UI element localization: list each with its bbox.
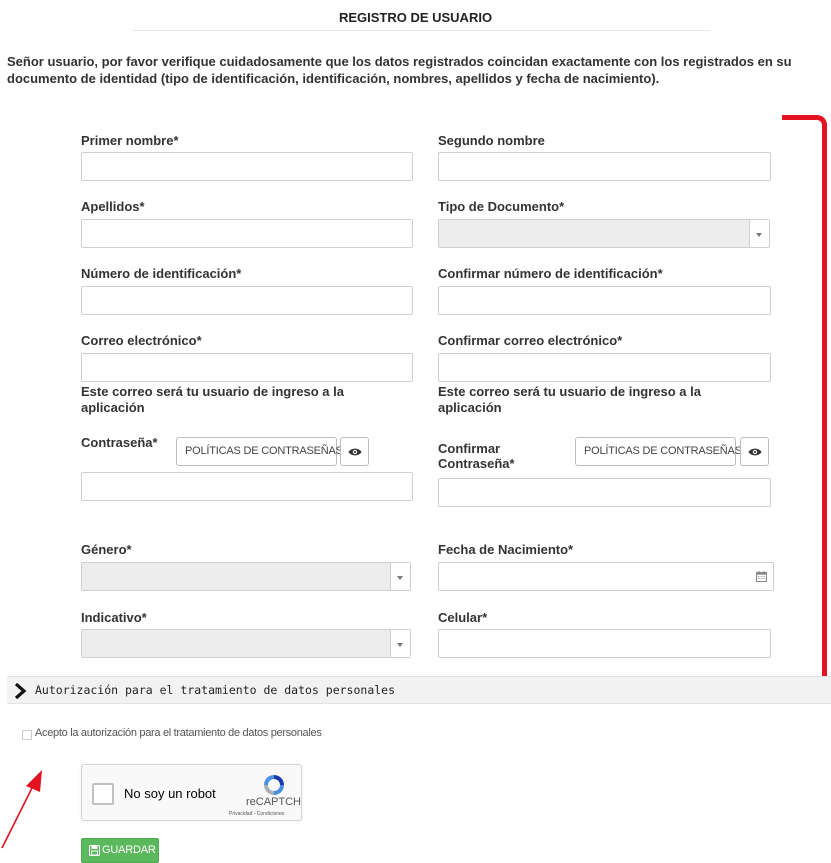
confirmar-correo-input[interactable] [438, 353, 771, 382]
page-title: REGISTRO DE USUARIO [338, 10, 493, 25]
show-confirm-password-button[interactable] [740, 437, 769, 466]
contrasena-label: Contraseña* [81, 435, 158, 450]
title-divider [132, 30, 710, 31]
save-button-label: GUARDAR [102, 844, 156, 856]
numero-identificacion-label: Número de identificación* [81, 266, 242, 281]
confirmar-contrasena-input[interactable] [438, 478, 771, 507]
celular-label: Celular* [438, 610, 488, 625]
correo-help-text: Este correo será tu usuario de ingreso a… [81, 384, 344, 415]
chevron-right-icon [14, 683, 27, 699]
recaptcha-brand: reCAPTCHA [246, 796, 302, 808]
recaptcha-checkbox[interactable] [92, 783, 114, 805]
indicativo-select[interactable] [81, 629, 411, 658]
consent-checkbox[interactable] [22, 730, 32, 740]
confirmar-correo-label: Confirmar correo electrónico* [438, 333, 623, 348]
confirmar-contrasena-label-line2: Contraseña* [438, 456, 515, 471]
show-password-button[interactable] [340, 437, 369, 466]
numero-identificacion-input[interactable] [81, 286, 413, 315]
recaptcha-widget: No soy un robot reCAPTCHA Privacidad - C… [81, 764, 302, 821]
indicativo-label: Indicativo* [81, 610, 147, 625]
consent-label[interactable]: Acepto la autorización para el tratamien… [35, 727, 322, 739]
eye-icon [348, 448, 362, 456]
genero-label: Género* [81, 542, 132, 557]
annotation-arrow [1, 770, 42, 849]
save-button[interactable]: GUARDAR [81, 838, 159, 863]
segundo-nombre-label: Segundo nombre [438, 133, 545, 148]
recaptcha-label: No soy un robot [124, 786, 216, 801]
caret-down-icon[interactable] [749, 220, 769, 247]
intro-notice: Señor usuario, por favor verifique cuida… [7, 54, 792, 86]
fecha-nacimiento-input[interactable] [438, 562, 774, 591]
primer-nombre-label: Primer nombre* [81, 133, 179, 148]
primer-nombre-input[interactable] [81, 152, 413, 181]
caret-down-icon[interactable] [390, 630, 410, 657]
eye-icon [748, 448, 762, 456]
recaptcha-logo-icon [264, 775, 284, 795]
contrasena-input[interactable] [81, 472, 413, 501]
genero-select[interactable] [81, 562, 411, 591]
correo-input[interactable] [81, 353, 413, 382]
confirmar-numero-label: Confirmar número de identificación* [438, 266, 663, 281]
caret-down-icon[interactable] [390, 563, 410, 590]
tipo-documento-select[interactable] [438, 219, 770, 248]
accordion-datos-personales[interactable]: Autorización para el tratamiento de dato… [7, 676, 831, 704]
fecha-nacimiento-label: Fecha de Nacimiento* [438, 542, 574, 557]
recaptcha-terms-link[interactable]: Privacidad - Condiciones [229, 811, 284, 817]
confirmar-correo-help-text: Este correo será tu usuario de ingreso a… [438, 384, 701, 415]
annotation-bracket [782, 115, 827, 690]
confirmar-numero-input[interactable] [438, 286, 771, 315]
politicas-confirmar-contrasena-button[interactable]: POLÍTICAS DE CONTRASEÑAS [575, 437, 742, 466]
accordion-label: Autorización para el tratamiento de dato… [35, 683, 396, 697]
floppy-disk-icon [89, 845, 100, 856]
celular-input[interactable] [438, 629, 771, 658]
correo-label: Correo electrónico* [81, 333, 202, 348]
apellidos-label: Apellidos* [81, 199, 145, 214]
politicas-contrasena-button[interactable]: POLÍTICAS DE CONTRASEÑAS [176, 437, 343, 466]
calendar-icon[interactable] [756, 571, 767, 582]
confirmar-contrasena-label-line1: Confirmar [438, 441, 501, 456]
apellidos-input[interactable] [81, 219, 413, 248]
tipo-documento-label: Tipo de Documento* [438, 199, 565, 214]
segundo-nombre-input[interactable] [438, 152, 771, 181]
